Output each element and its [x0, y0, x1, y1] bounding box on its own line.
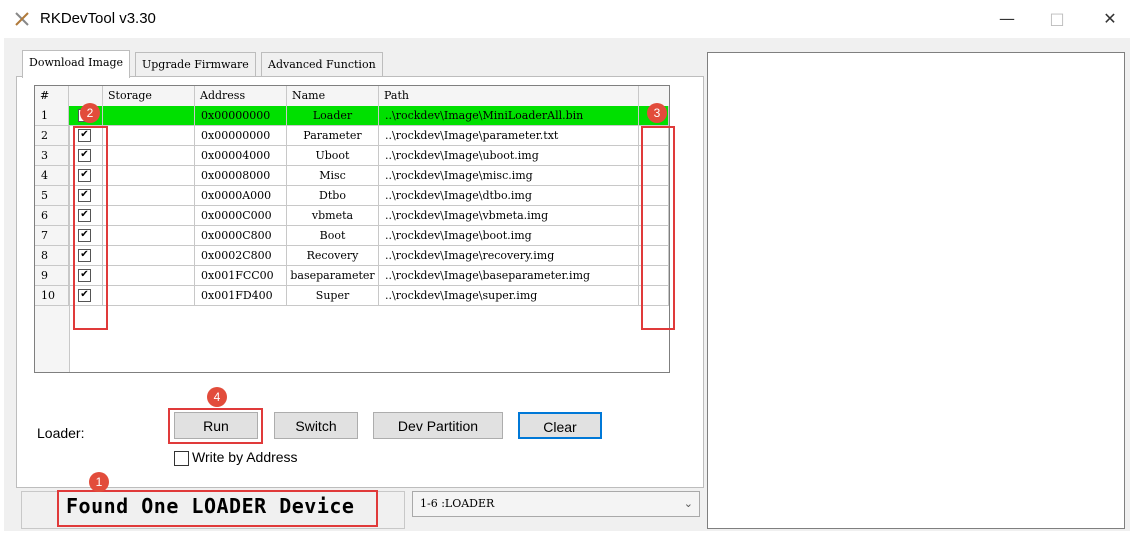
address-cell: 0x00008000: [195, 166, 287, 186]
column-header-storage[interactable]: Storage: [103, 86, 195, 106]
table-row[interactable]: 6 ✔ 0x0000C000 vbmeta ..\rockdev\Image\vbmet…: [35, 206, 669, 226]
storage-cell: [103, 206, 195, 226]
address-cell: 0x001FD400: [195, 286, 287, 306]
chevron-down-icon[interactable]: ⌄: [684, 492, 693, 516]
write-by-address-checkbox[interactable]: [174, 451, 189, 466]
path-cell: ..\rockdev\Image\vbmeta.img: [379, 206, 639, 226]
table-row[interactable]: 10 ✔ 0x001FD400 Super ..\rockdev\Image\super…: [35, 286, 669, 306]
switch-button[interactable]: Switch: [274, 412, 358, 439]
storage-cell: [103, 166, 195, 186]
dev-partition-button[interactable]: Dev Partition: [373, 412, 503, 439]
maximize-button[interactable]: □: [1043, 6, 1071, 32]
path-cell: ..\rockdev\Image\MiniLoaderAll.bin: [379, 106, 639, 126]
num-cell: 8: [35, 246, 69, 266]
num-cell: 10: [35, 286, 69, 306]
num-cell: 2: [35, 126, 69, 146]
name-cell: baseparameter: [287, 266, 379, 286]
storage-cell: [103, 246, 195, 266]
device-select[interactable]: 1-6 :LOADER ⌄: [412, 491, 700, 517]
name-cell: Misc: [287, 166, 379, 186]
column-header-address[interactable]: Address: [195, 86, 287, 106]
annotation-badge-2: 2: [80, 103, 100, 123]
window-title: RKDevTool v3.30: [40, 10, 156, 27]
log-output-pane[interactable]: [707, 52, 1125, 529]
table-row[interactable]: 2 ✔ 0x00000000 Parameter ..\rockdev\Image\pa…: [35, 126, 669, 146]
name-cell: Boot: [287, 226, 379, 246]
name-cell: Loader: [287, 106, 379, 126]
image-table[interactable]: # Storage Address Name Path 1✔0x00000000…: [34, 85, 670, 373]
status-message: Found One LOADER Device: [66, 494, 355, 518]
tab-download-image[interactable]: Download Image: [22, 50, 131, 78]
path-cell: ..\rockdev\Image\misc.img: [379, 166, 639, 186]
tab-upgrade-firmware[interactable]: Upgrade Firmware: [135, 52, 256, 77]
extra-column-highlight: [641, 126, 675, 330]
table-row[interactable]: 5 ✔ 0x0000A000 Dtbo ..\rockdev\Image\dtbo.im…: [35, 186, 669, 206]
path-cell: ..\rockdev\Image\dtbo.img: [379, 186, 639, 206]
address-cell: 0x001FCC00: [195, 266, 287, 286]
name-cell: Super: [287, 286, 379, 306]
storage-cell: [103, 286, 195, 306]
address-cell: 0x0000C800: [195, 226, 287, 246]
address-cell: 0x0000C000: [195, 206, 287, 226]
device-select-value: 1-6 :LOADER: [420, 497, 495, 510]
num-cell: 5: [35, 186, 69, 206]
close-button[interactable]: ✕: [1096, 6, 1124, 32]
storage-cell: [103, 186, 195, 206]
annotation-badge-1: 1: [89, 472, 109, 492]
run-button-highlight: [168, 408, 263, 444]
checkbox-column-highlight: [73, 126, 108, 330]
storage-cell: [103, 106, 195, 126]
num-cell: 7: [35, 226, 69, 246]
address-cell: 0x0000A000: [195, 186, 287, 206]
address-cell: 0x00000000: [195, 106, 287, 126]
write-by-address-label: Write by Address: [192, 449, 298, 465]
table-row[interactable]: 7 ✔ 0x0000C800 Boot ..\rockdev\Image\boot.im…: [35, 226, 669, 246]
storage-cell: [103, 126, 195, 146]
tab-advanced-function[interactable]: Advanced Function: [261, 52, 383, 77]
minimize-button[interactable]: —: [993, 6, 1021, 32]
name-cell: Uboot: [287, 146, 379, 166]
num-cell: 9: [35, 266, 69, 286]
path-cell: ..\rockdev\Image\recovery.img: [379, 246, 639, 266]
address-cell: 0x00000000: [195, 126, 287, 146]
annotation-badge-3: 3: [647, 103, 667, 123]
annotation-badge-4: 4: [207, 387, 227, 407]
path-cell: ..\rockdev\Image\boot.img: [379, 226, 639, 246]
storage-cell: [103, 146, 195, 166]
path-cell: ..\rockdev\Image\uboot.img: [379, 146, 639, 166]
path-cell: ..\rockdev\Image\super.img: [379, 286, 639, 306]
path-cell: ..\rockdev\Image\parameter.txt: [379, 126, 639, 146]
column-header-num[interactable]: #: [35, 86, 69, 106]
address-cell: 0x00004000: [195, 146, 287, 166]
clear-button[interactable]: Clear: [518, 412, 602, 439]
column-header-path[interactable]: Path: [379, 86, 639, 106]
storage-cell: [103, 266, 195, 286]
table-header: # Storage Address Name Path: [35, 86, 669, 107]
num-cell: 6: [35, 206, 69, 226]
path-cell: ..\rockdev\Image\baseparameter.img: [379, 266, 639, 286]
table-row[interactable]: 4 ✔ 0x00008000 Misc ..\rockdev\Image\misc.im…: [35, 166, 669, 186]
storage-cell: [103, 226, 195, 246]
num-cell: 1: [35, 106, 69, 126]
table-row[interactable]: 9 ✔ 0x001FCC00 baseparameter ..\rockdev\Imag…: [35, 266, 669, 286]
name-cell: Dtbo: [287, 186, 379, 206]
name-cell: Parameter: [287, 126, 379, 146]
app-icon: [15, 12, 29, 26]
column-header-name[interactable]: Name: [287, 86, 379, 106]
loader-label: Loader:: [37, 425, 85, 441]
name-cell: Recovery: [287, 246, 379, 266]
table-row[interactable]: 8 ✔ 0x0002C800 Recovery ..\rockdev\Image\rec…: [35, 246, 669, 266]
address-cell: 0x0002C800: [195, 246, 287, 266]
table-row[interactable]: 1✔0x00000000Loader..\rockdev\Image\MiniL…: [35, 106, 669, 126]
title-bar: RKDevTool v3.30 — □ ✕: [0, 0, 1134, 38]
num-cell: 4: [35, 166, 69, 186]
table-row[interactable]: 3 ✔ 0x00004000 Uboot ..\rockdev\Image\uboot.…: [35, 146, 669, 166]
num-cell: 3: [35, 146, 69, 166]
name-cell: vbmeta: [287, 206, 379, 226]
